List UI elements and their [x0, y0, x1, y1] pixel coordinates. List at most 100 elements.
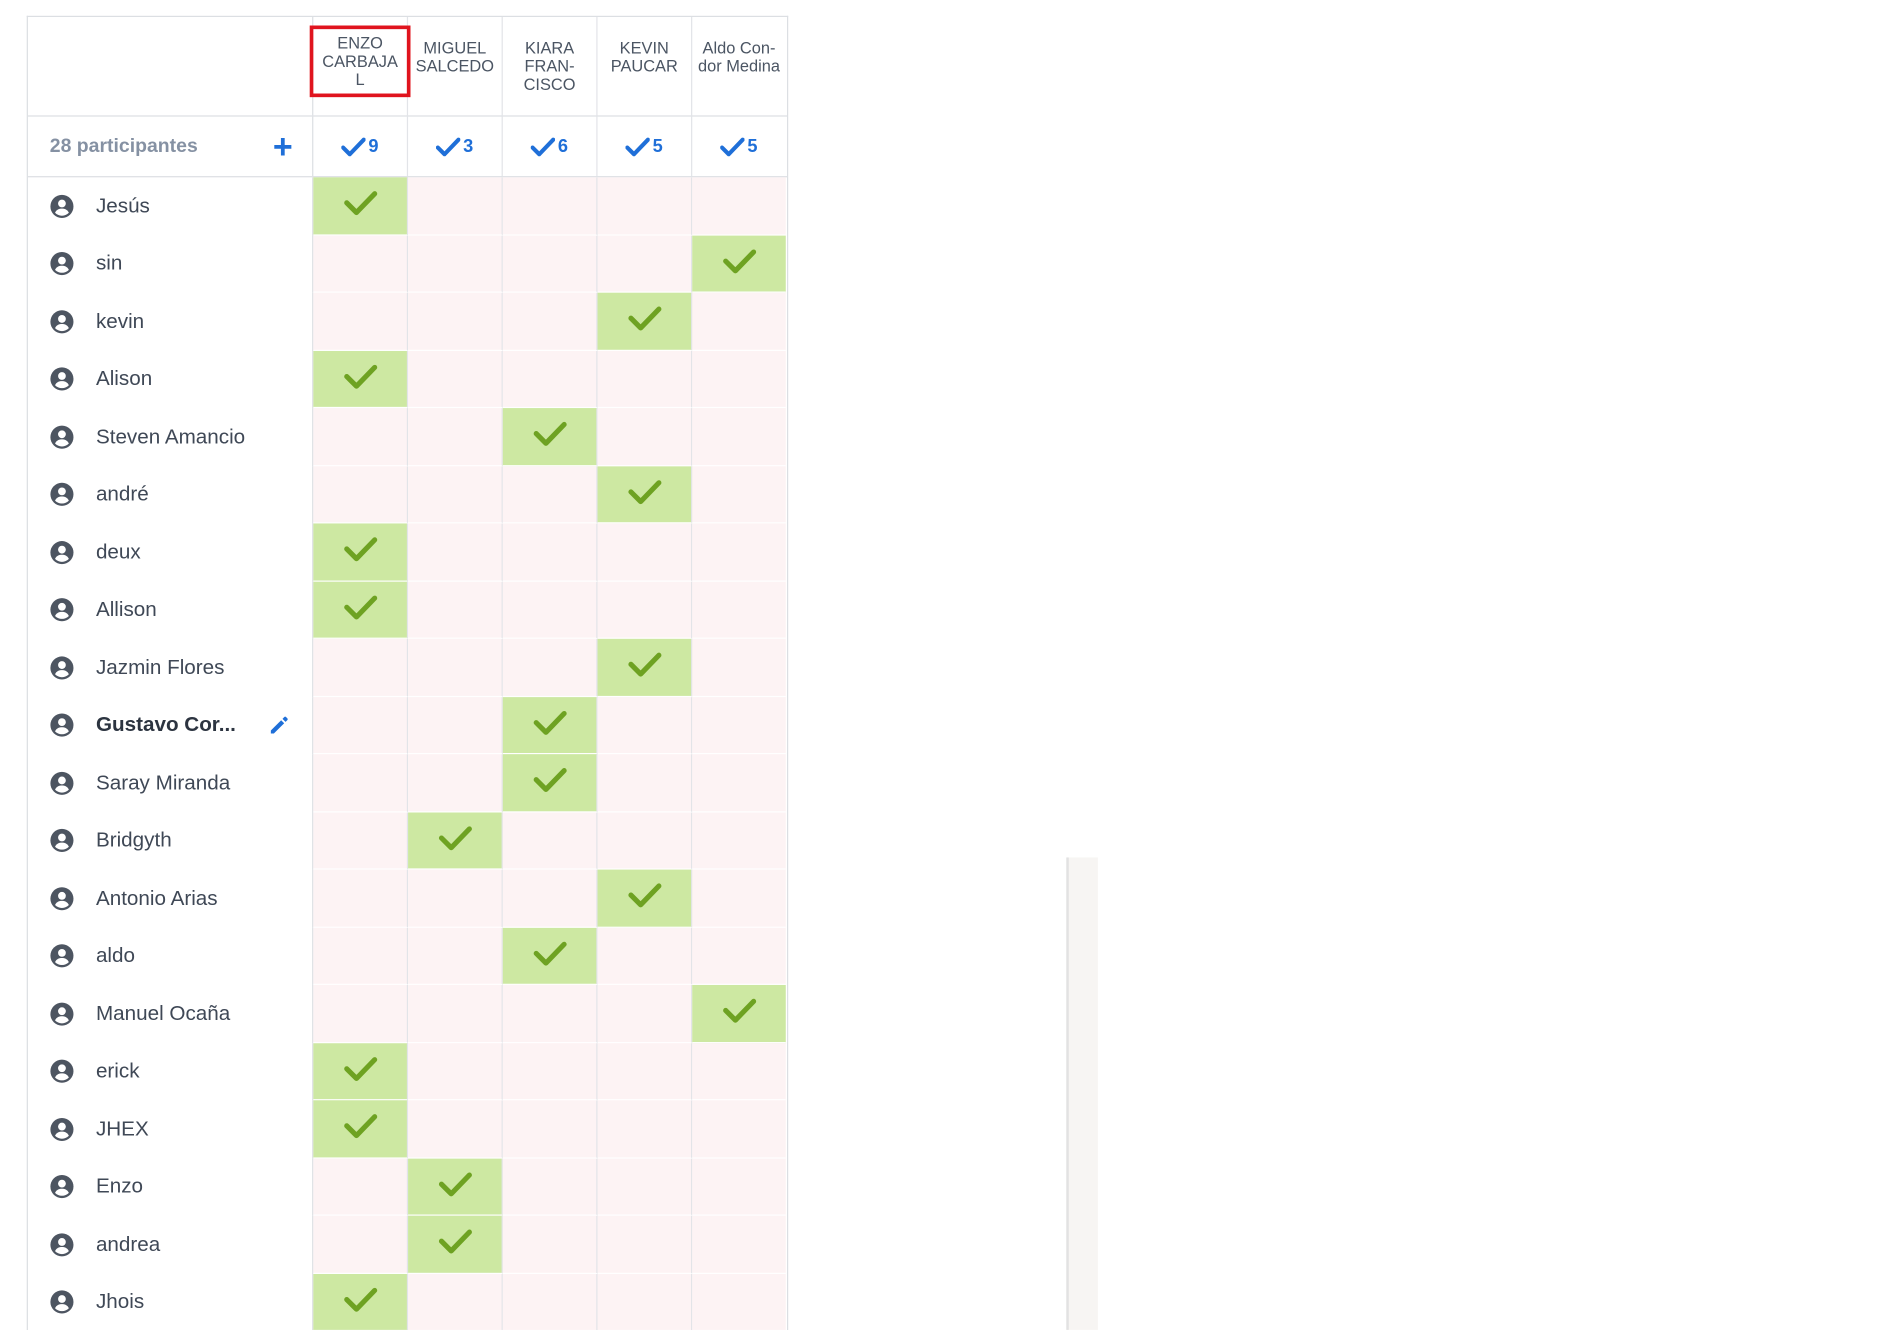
user-avatar-icon	[50, 771, 74, 795]
participant-row: erick	[28, 1042, 787, 1101]
vote-cell-empty	[692, 177, 786, 236]
vote-cell-empty	[408, 350, 503, 409]
participant-name: aldo	[95, 943, 135, 968]
check-icon	[343, 1286, 377, 1318]
participant-name: erick	[95, 1059, 140, 1083]
user-avatar-icon	[50, 309, 74, 334]
vote-cell-empty	[502, 1100, 598, 1159]
vote-cell-empty	[597, 754, 693, 812]
participants-count-cell: 28 participantes +	[28, 116, 314, 177]
user-avatar-icon	[50, 252, 74, 276]
vote-cell-empty	[313, 754, 409, 812]
vote-cell-empty	[408, 1100, 503, 1159]
participant-row: Jesús	[28, 177, 787, 236]
vote-cell-empty	[408, 927, 503, 985]
vote-cell-empty	[692, 465, 786, 524]
check-icon	[533, 940, 567, 972]
participant-row: kevin	[28, 292, 787, 351]
participant-list: Jesús sin kevin Alison Steven Amancio andré de…	[28, 177, 787, 1330]
vote-cell-empty	[408, 638, 503, 697]
user-avatar-icon	[50, 367, 74, 391]
check-icon	[343, 1113, 377, 1145]
participant-name-cell: Alison	[28, 350, 314, 409]
user-avatar-icon	[50, 656, 74, 680]
user-avatar-icon	[50, 1117, 74, 1141]
participant-name-cell: andrea	[28, 1215, 314, 1274]
user-avatar-icon	[50, 425, 74, 449]
check-icon	[438, 824, 472, 856]
vote-cell-empty	[692, 869, 786, 928]
header-corner	[28, 17, 314, 116]
vote-cell-empty	[597, 696, 693, 755]
vote-cell-empty	[502, 350, 598, 409]
participant-name-cell: JHEX	[28, 1100, 314, 1159]
vote-cell-empty	[408, 696, 503, 755]
vote-cell-empty	[502, 1158, 598, 1216]
check-icon	[436, 136, 461, 156]
participant-name-cell: Jesús	[28, 177, 314, 236]
user-avatar-icon	[50, 1002, 74, 1026]
check-icon	[533, 709, 567, 741]
check-icon	[341, 136, 366, 156]
edit-pencil-icon[interactable]	[268, 714, 290, 736]
user-avatar-icon	[50, 1175, 74, 1199]
vote-cell-empty	[313, 984, 409, 1043]
vote-cell-empty	[597, 523, 693, 582]
participant-name-cell: Bridgyth	[28, 811, 314, 870]
vote-cell-empty	[502, 869, 598, 928]
participant-name: Alison	[95, 367, 153, 391]
vote-cell-empty	[597, 927, 693, 985]
vote-cell-yes	[692, 984, 786, 1043]
participant-name: Jazmin Flores	[95, 655, 225, 679]
vote-cell-empty	[692, 696, 786, 755]
vote-cell-empty	[597, 1042, 693, 1101]
participant-name: Gustavo Cor...	[95, 713, 236, 737]
vote-cell-yes	[313, 177, 409, 236]
participant-row: deux	[28, 523, 787, 582]
vote-cell-yes	[502, 754, 598, 812]
participant-row: andré	[28, 465, 787, 524]
vote-cell-yes	[313, 1042, 409, 1101]
check-icon	[531, 136, 556, 156]
participant-name: Jesús	[95, 194, 150, 218]
vote-cell-empty	[408, 1273, 503, 1330]
participant-row: Allison	[28, 581, 787, 639]
check-icon	[627, 882, 661, 914]
vote-cell-empty	[597, 1100, 693, 1159]
participant-row: Bridgyth	[28, 811, 787, 870]
vote-cell-empty	[692, 1215, 786, 1274]
vote-cell-empty	[597, 1273, 693, 1330]
user-avatar-icon	[50, 1059, 74, 1084]
participant-name: JHEX	[95, 1117, 149, 1141]
user-avatar-icon	[50, 540, 74, 564]
participant-name-cell: kevin	[28, 292, 314, 351]
vote-cell-yes	[597, 638, 693, 697]
participant-name: sin	[95, 251, 123, 275]
vote-cell-yes	[597, 869, 693, 928]
check-icon	[627, 651, 661, 683]
participant-row: Enzo	[28, 1158, 787, 1216]
vote-cell-empty	[502, 811, 598, 870]
vote-cell-empty	[502, 984, 598, 1043]
vote-cell-empty	[692, 811, 786, 870]
participant-name-cell: Gustavo Cor...	[28, 696, 314, 755]
vote-cell-empty	[597, 1215, 693, 1274]
vote-cell-empty	[692, 1100, 786, 1159]
column-header-option-4: KEVIN PAUCAR	[598, 17, 693, 116]
vote-cell-empty	[502, 292, 598, 351]
check-icon	[627, 305, 661, 337]
plus-icon[interactable]: +	[273, 129, 293, 163]
vote-cell-yes	[408, 1215, 503, 1274]
participant-row: Manuel Ocaña	[28, 984, 787, 1043]
vote-cell-yes	[597, 292, 693, 351]
vote-cell-empty	[692, 523, 786, 582]
scrollbar[interactable]	[1066, 857, 1098, 1330]
vote-cell-empty	[597, 1158, 693, 1216]
vote-cell-yes	[313, 523, 409, 582]
vote-cell-empty	[692, 1273, 786, 1330]
vote-cell-empty	[408, 408, 503, 466]
participant-name-cell: aldo	[28, 927, 314, 985]
participant-row: Alison	[28, 350, 787, 409]
vote-count-option-2: 3	[408, 116, 503, 177]
column-header-option-2: MIGUEL SALCEDO	[408, 17, 503, 116]
